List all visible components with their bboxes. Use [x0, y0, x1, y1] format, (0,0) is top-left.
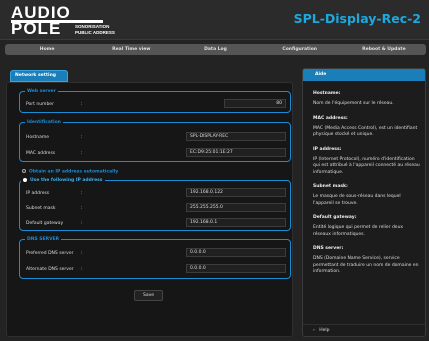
nav-configuration[interactable]: Configuration [258, 44, 342, 55]
colon: : [81, 191, 83, 196]
help-panel: Aide Hostname: Nom de l'équipement sur l… [302, 68, 426, 337]
help-heading: Hostname: [313, 91, 341, 96]
mac-row: MAC address : EC:D9:25:01:1E:27 [26, 148, 286, 159]
gateway-label: Default gateway [26, 221, 64, 226]
help-panel-body: Hostname: Nom de l'équipement sur le rés… [313, 83, 421, 276]
alternate-dns-label: Alternate DNS server [26, 267, 74, 272]
mac-label: MAC address [26, 151, 56, 156]
help-text: Entité logique qui permet de relier deux… [313, 225, 404, 237]
radio-manual-indicator[interactable] [23, 177, 27, 182]
app-header: AUDIO POLE SONORISATION PUBLIC ADDRESS S… [0, 0, 429, 40]
ip-row: IP address : 192.168.0.122 [26, 188, 286, 199]
identification-fieldset: Identification Hostname : SPL-DISPLAY-RE… [19, 119, 291, 162]
hostname-label: Hostname [26, 135, 50, 140]
colon: : [81, 267, 83, 272]
chevron-right-icon: › [313, 328, 315, 333]
identification-title: Identification [25, 119, 63, 126]
nav-reboot-update[interactable]: Reboot & Update [342, 44, 426, 55]
dns-title: DNS SERVER [25, 236, 62, 243]
nav-real-time-view[interactable]: Real Time view [89, 44, 173, 55]
subnet-row: Subnet mask : 255.255.255.0 [26, 203, 286, 214]
port-row: Port number : 80 [26, 99, 286, 110]
colon: : [81, 221, 83, 226]
nav-home[interactable]: Home [5, 44, 89, 55]
colon: : [81, 251, 83, 256]
preferred-dns-input[interactable]: 0.0.0.0 [186, 248, 286, 257]
alternate-dns-input[interactable]: 0.0.0.0 [186, 264, 286, 273]
help-footer-label: Help [319, 328, 330, 333]
preferred-dns-row: Preferred DNS server : 0.0.0.0 [26, 248, 286, 259]
radio-auto-indicator[interactable] [22, 169, 26, 173]
hostname-row: Hostname : SPL-DISPLAY-REC [26, 132, 286, 143]
web-server-fieldset: Web server Port number : 80 [19, 88, 291, 113]
radio-auto-ip[interactable]: Obtain an IP address automatically [22, 169, 118, 175]
colon: : [81, 135, 83, 140]
help-panel-title: Aide [303, 69, 425, 81]
tab-network-setting[interactable]: Network setting [10, 70, 68, 82]
manual-ip-fieldset: Use the following IP address IP address … [19, 177, 291, 231]
gateway-row: Default gateway : 192.168.0.1 [26, 218, 286, 229]
device-title: SPL-Display-Rec-2 [293, 11, 421, 26]
preferred-dns-label: Preferred DNS server [26, 251, 74, 256]
ip-input[interactable]: 192.168.0.122 [186, 188, 286, 197]
colon: : [81, 151, 83, 156]
help-heading: DNS server: [313, 246, 344, 251]
port-input[interactable]: 80 [224, 99, 286, 108]
dns-fieldset: DNS SERVER Preferred DNS server : 0.0.0.… [19, 236, 291, 279]
nav-data-log[interactable]: Data Log [173, 44, 257, 55]
help-text: IP (Internet Protocol), numéro d'identif… [313, 156, 420, 175]
port-label: Port number [26, 102, 54, 107]
radio-manual-label: Use the following IP address [30, 178, 103, 183]
gateway-input[interactable]: 192.168.0.1 [186, 218, 286, 227]
help-text: Nom de l'équipement sur le réseau. [313, 101, 394, 106]
colon: : [81, 206, 83, 211]
alternate-dns-row: Alternate DNS server : 0.0.0.0 [26, 264, 286, 275]
logo-line2: POLE [11, 19, 62, 38]
logo-subtitle: SONORISATION PUBLIC ADDRESS [75, 24, 115, 36]
save-button[interactable]: Save [134, 290, 163, 301]
subnet-input[interactable]: 255.255.255.0 [186, 203, 286, 212]
main-nav: Home Real Time view Data Log Configurati… [5, 44, 426, 55]
ip-label: IP address [26, 191, 50, 196]
colon: : [81, 102, 83, 107]
help-toggle[interactable]: › Help [303, 324, 425, 336]
help-heading: Subnet mask: [313, 184, 348, 189]
mac-input: EC:D9:25:01:1E:27 [186, 148, 286, 157]
help-heading: MAC address: [313, 115, 348, 121]
hostname-input[interactable]: SPL-DISPLAY-REC [186, 132, 286, 141]
audio-pole-logo: AUDIO POLE SONORISATION PUBLIC ADDRESS [11, 3, 131, 38]
logo-line1: AUDIO [11, 3, 71, 22]
radio-manual-ip[interactable]: Use the following IP address [21, 177, 105, 184]
help-text: DNS (Domaine Name Service), service perm… [313, 256, 419, 274]
help-heading: IP address: [313, 146, 342, 152]
subnet-label: Subnet mask [26, 206, 56, 211]
logo-sub2: PUBLIC ADDRESS [75, 30, 115, 35]
help-text: Le masque de sous-réseau dans lequel l'a… [313, 194, 401, 206]
help-text: MAC (Media Access Control), est un ident… [313, 125, 418, 138]
radio-auto-label: Obtain an IP address automatically [29, 169, 119, 175]
web-server-title: Web server [25, 88, 58, 95]
help-heading: Default gateway: [313, 215, 357, 220]
